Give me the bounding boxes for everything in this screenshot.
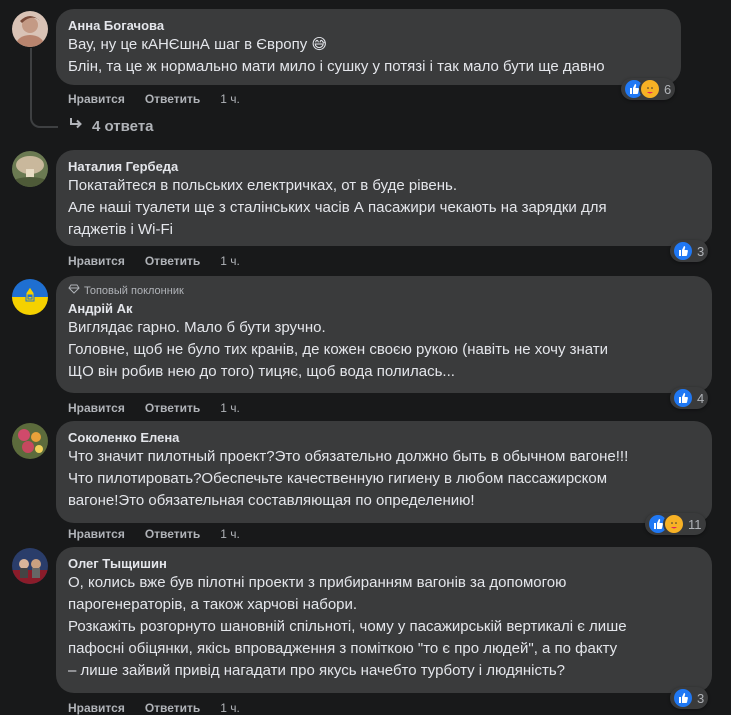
comment-timestamp[interactable]: 1 ч. <box>220 92 240 106</box>
comment-text-line: Вау, ну це кАНЄшнА шаг в Європу 😅 <box>68 36 328 53</box>
top-fan-badge: Топовый поклонник <box>68 284 700 299</box>
comment-author[interactable]: Олег Тыщишин <box>68 555 700 572</box>
comment-actions: Нравится Ответить 1 ч. <box>68 527 240 541</box>
comment-text-line: гаджетів і Wi-Fi <box>68 221 173 238</box>
comment-author[interactable]: Анна Богачова <box>68 17 669 34</box>
comment-timestamp[interactable]: 1 ч. <box>220 254 240 268</box>
comment-text-line: Але наші туалети ще з сталінських часів … <box>68 199 607 216</box>
comment-bubble: Наталия Гербеда Покатайтеся в польських … <box>56 150 712 246</box>
comment-text-line: парогенераторів, а також харчові набори. <box>68 596 358 613</box>
reactions-summary[interactable]: 3 <box>670 687 709 709</box>
avatar[interactable] <box>12 151 48 187</box>
like-button[interactable]: Нравится <box>68 401 125 415</box>
reactions-summary[interactable]: 3 <box>670 240 709 262</box>
comment-text-line: Покатайтеся в польських електричках, от … <box>68 177 457 194</box>
avatar[interactable] <box>12 279 48 315</box>
top-fan-label: Топовый поклонник <box>84 285 184 297</box>
reactions-summary[interactable]: 4 <box>670 387 709 409</box>
reaction-count: 11 <box>688 516 702 532</box>
comment-bubble: Олег Тыщишин О, колись вже був пілотні п… <box>56 547 712 693</box>
comment-text-line: вагоне!Это обязательная составляющая по … <box>68 492 475 509</box>
comment-text-line: – лише зайвий привід нагадати про якусь … <box>68 662 565 679</box>
care-icon <box>639 78 661 100</box>
reply-button[interactable]: Ответить <box>145 254 200 268</box>
like-button[interactable]: Нравится <box>68 92 125 106</box>
comment-bubble: Топовый поклонник Андрій Ак Виглядає гар… <box>56 276 712 393</box>
like-icon <box>672 687 694 709</box>
reaction-count: 6 <box>664 81 672 97</box>
comment-text-line: Головне, щоб не було тих кранів, де коже… <box>68 341 609 358</box>
avatar[interactable] <box>12 11 48 47</box>
comment-author[interactable]: Соколенко Елена <box>68 429 700 446</box>
reaction-count: 3 <box>697 690 705 706</box>
comment-bubble: Соколенко Елена Что значит пилотный прое… <box>56 421 712 523</box>
replies-count-label: 4 ответа <box>92 117 154 135</box>
like-button[interactable]: Нравится <box>68 254 125 268</box>
reply-arrow-icon <box>68 117 84 135</box>
comment-actions: Нравится Ответить 1 ч. <box>68 401 240 415</box>
comment-actions: Нравится Ответить 1 ч. <box>68 92 240 106</box>
view-replies-link[interactable]: 4 ответа <box>68 117 154 135</box>
thread-connector-line <box>30 48 58 128</box>
comment-timestamp[interactable]: 1 ч. <box>220 527 240 541</box>
reactions-summary[interactable]: 6 <box>621 78 676 100</box>
care-icon <box>663 513 685 535</box>
avatar[interactable] <box>12 548 48 584</box>
reactions-summary[interactable]: 11 <box>645 513 706 535</box>
avatar[interactable] <box>12 423 48 459</box>
comment-actions: Нравится Ответить 1 ч. <box>68 254 240 268</box>
reaction-count: 4 <box>697 390 705 406</box>
comment-text-line: Что пилотировать?Обеспечьте качественную… <box>68 470 608 487</box>
comment-text-line: Что значит пилотный проект?Это обязатель… <box>68 448 629 465</box>
reply-button[interactable]: Ответить <box>145 92 200 106</box>
comment-text-line: Блін, та це ж нормально мати мило і сушк… <box>68 58 605 75</box>
diamond-icon <box>68 284 80 299</box>
comment-author[interactable]: Наталия Гербеда <box>68 158 700 175</box>
comment-text-line: ЩО він робив нею до того) тицяє, щоб вод… <box>68 363 455 380</box>
comment-author[interactable]: Андрій Ак <box>68 300 700 317</box>
comment-timestamp[interactable]: 1 ч. <box>220 401 240 415</box>
like-icon <box>672 387 694 409</box>
comment-text-line: О, колись вже був пілотні проекти з приб… <box>68 574 567 591</box>
reaction-count: 3 <box>697 243 705 259</box>
reply-button[interactable]: Ответить <box>145 527 200 541</box>
comment-text-line: пафосні обіцянки, якісь впровадження з п… <box>68 640 618 657</box>
comment-text-line: Розкажіть розгорнуто шановній спільноті,… <box>68 618 627 635</box>
reply-button[interactable]: Ответить <box>145 401 200 415</box>
comment-text-line: Виглядає гарно. Мало б бути зручно. <box>68 319 326 336</box>
like-button[interactable]: Нравится <box>68 527 125 541</box>
like-icon <box>672 240 694 262</box>
comment-bubble: Анна Богачова Вау, ну це кАНЄшнА шаг в Є… <box>56 9 681 85</box>
